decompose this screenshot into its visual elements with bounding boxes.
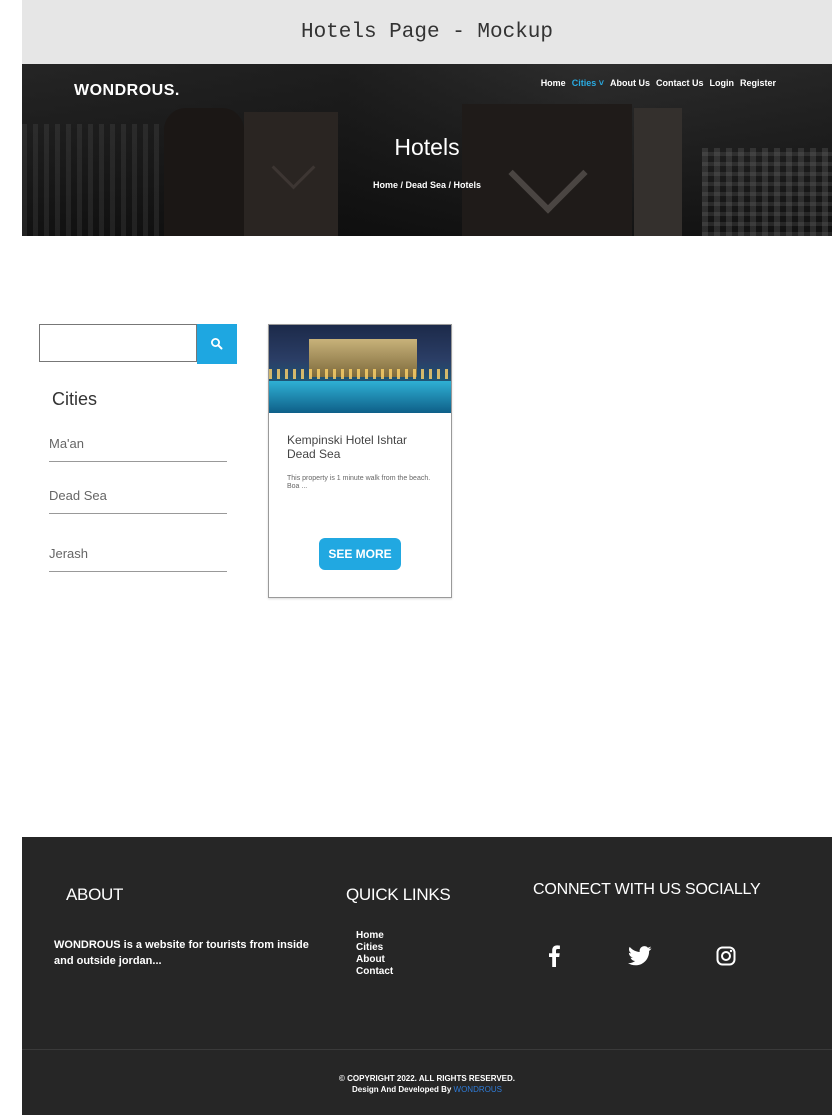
hero-banner: WONDROUS. Home Cities ˅ About Us Contact… <box>22 64 832 236</box>
site-logo[interactable]: WONDROUS. <box>74 82 180 100</box>
city-link-jerash[interactable]: Jerash <box>49 546 227 572</box>
see-more-button[interactable]: SEE MORE <box>319 538 401 570</box>
nav-login[interactable]: Login <box>709 78 734 88</box>
breadcrumb[interactable]: Home / Dead Sea / Hotels <box>22 180 832 190</box>
nav-about-us[interactable]: About Us <box>610 78 650 88</box>
site-footer: ABOUT WONDROUS is a website for tourists… <box>22 837 832 1115</box>
nav-home[interactable]: Home <box>541 78 566 88</box>
nav-contact-us[interactable]: Contact Us <box>656 78 704 88</box>
facebook-icon[interactable] <box>541 943 567 969</box>
design-credit: Design And Developed By WONDROUS <box>22 1084 832 1095</box>
page-title: Hotels <box>394 134 460 160</box>
city-link-dead-sea[interactable]: Dead Sea <box>49 488 227 514</box>
hotel-image-lights <box>269 369 451 379</box>
hero-bg-building <box>634 108 682 236</box>
search-box <box>39 324 237 364</box>
footer-copyright: © COPYRIGHT 2022. ALL RIGHTS RESERVED. D… <box>22 1073 832 1095</box>
nav-cities[interactable]: Cities ˅ <box>572 78 604 88</box>
main-nav: Home Cities ˅ About Us Contact Us Login … <box>541 78 776 88</box>
footer-about-heading: ABOUT <box>66 885 124 904</box>
twitter-icon[interactable] <box>627 943 653 969</box>
footer-link-about[interactable]: About <box>356 954 393 966</box>
mockup-title: Hotels Page - Mockup <box>22 0 832 64</box>
footer-divider <box>22 1049 832 1050</box>
footer-quick-links: Home Cities About Contact <box>356 930 393 978</box>
hero-bg-building <box>164 108 244 236</box>
hotel-name: Kempinski Hotel Ishtar Dead Sea <box>287 433 408 461</box>
search-button[interactable] <box>197 324 237 364</box>
footer-link-contact[interactable]: Contact <box>356 966 393 978</box>
search-icon <box>211 338 223 350</box>
copyright-text: © COPYRIGHT 2022. ALL RIGHTS RESERVED. <box>338 1074 515 1083</box>
footer-link-cities[interactable]: Cities <box>356 942 393 954</box>
hotel-description: This property is 1 minute walk from the … <box>287 475 431 490</box>
nav-register[interactable]: Register <box>740 78 776 88</box>
footer-social-heading: CONNECT WITH US SOCIALLY <box>533 881 761 898</box>
footer-quick-links-heading: QUICK LINKS <box>346 885 451 904</box>
hotel-image-pool <box>269 381 451 413</box>
instagram-icon[interactable] <box>713 943 739 969</box>
hotel-image <box>269 325 451 413</box>
search-input[interactable] <box>39 324 197 362</box>
footer-about-text: WONDROUS is a website for tourists from … <box>54 939 309 967</box>
hero-bg-building <box>702 148 832 236</box>
footer-link-home[interactable]: Home <box>356 930 393 942</box>
city-link-maan[interactable]: Ma'an <box>49 436 227 462</box>
design-credit-text: Design And Developed By <box>352 1085 452 1094</box>
cities-heading: Cities <box>52 389 98 409</box>
hotel-card: Kempinski Hotel Ishtar Dead Sea This pro… <box>268 324 452 598</box>
design-credit-link[interactable]: WONDROUS <box>454 1085 502 1094</box>
